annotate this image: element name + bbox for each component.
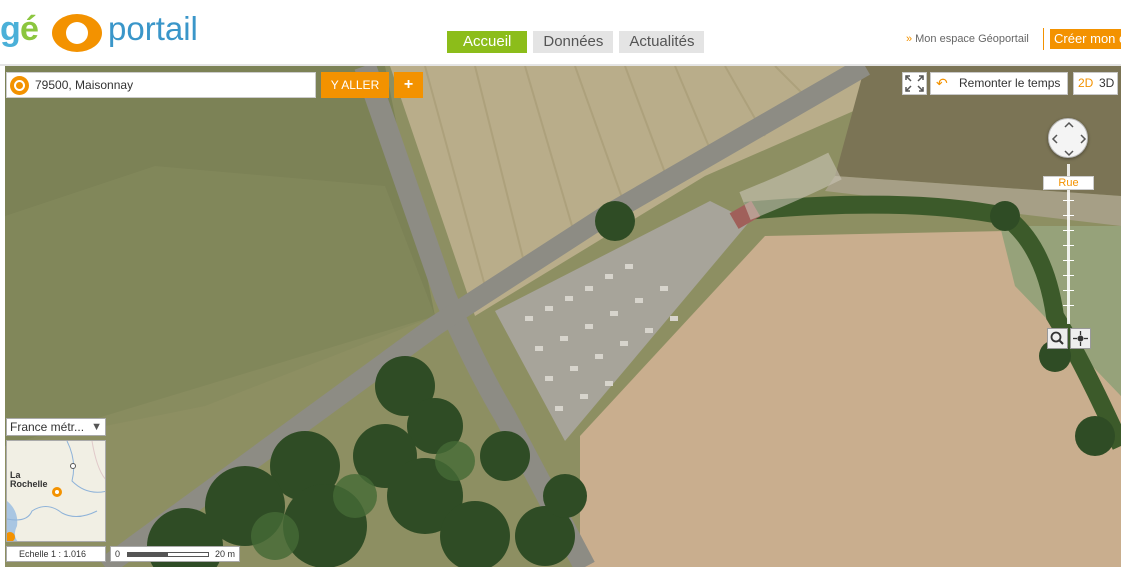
chevron-right-icon: »: [906, 33, 913, 45]
fullscreen-button[interactable]: [902, 72, 927, 95]
view-3d-button[interactable]: 3D: [1099, 73, 1114, 94]
overview-place-label: La Rochelle: [10, 470, 48, 489]
user-space-link[interactable]: » Mon espace Géoportail: [906, 33, 1029, 45]
tab-actualites[interactable]: Actualités: [619, 31, 705, 53]
view-mode-toggle: 2D 3D: [1073, 72, 1118, 95]
pan-arrows-icon: [1051, 121, 1087, 157]
zoom-tick: [1063, 305, 1074, 306]
logo-letter-g: g: [0, 10, 21, 48]
zoom-tick: [1063, 215, 1074, 216]
aerial-map[interactable]: [5, 66, 1121, 567]
aerial-imagery: [5, 66, 1121, 567]
time-travel-button[interactable]: ↶ Remonter le temps: [930, 72, 1068, 95]
zoom-tick: [1063, 230, 1074, 231]
pan-compass[interactable]: [1048, 118, 1088, 158]
logo-wordmark: portail: [108, 10, 198, 47]
logo-o-hole: [66, 22, 88, 44]
scale-ratio: Echelle 1 : 1.016: [6, 546, 106, 562]
zoom-tick: [1063, 245, 1074, 246]
zoom-tick: [1063, 275, 1074, 276]
geoportail-logo[interactable]: g é portail: [0, 2, 230, 54]
zoom-level-label[interactable]: Rue: [1043, 176, 1094, 190]
scale-bar: 0 20 m: [110, 546, 240, 562]
scale-bar-graphic: [127, 552, 209, 557]
search-bar: [6, 72, 316, 98]
zoom-tick: [1063, 200, 1074, 201]
zoom-tick: [1063, 290, 1074, 291]
zoom-tick: [1063, 260, 1074, 261]
user-space-label: Mon espace Géoportail: [915, 33, 1029, 45]
locate-icon[interactable]: [10, 76, 29, 95]
tab-accueil[interactable]: Accueil: [447, 31, 528, 53]
territory-select-value: France métr...: [10, 420, 85, 434]
fullscreen-icon: [905, 75, 924, 92]
logo-letter-e: é: [20, 10, 39, 48]
overview-map-graphic: [7, 441, 105, 541]
tab-donnees[interactable]: Données: [533, 31, 614, 53]
magnifier-icon: [1050, 331, 1064, 345]
scale-start-label: 0: [115, 549, 121, 559]
dropdown-arrow-icon: ▼: [91, 421, 102, 433]
header: g é portail Accueil Données Actualités »…: [0, 0, 1121, 66]
undo-arrow-icon: ↶: [936, 75, 948, 91]
scale-end-label: 20 m: [215, 549, 236, 559]
crosshair-icon: [1073, 331, 1088, 346]
search-input[interactable]: [35, 73, 313, 97]
header-divider: [1043, 28, 1044, 50]
main-nav: Accueil Données Actualités: [447, 31, 705, 53]
go-button[interactable]: Y ALLER: [321, 72, 389, 98]
more-options-button[interactable]: +: [394, 72, 423, 98]
overview-minimap[interactable]: La Rochelle: [6, 440, 106, 542]
zoom-search-button[interactable]: [1047, 328, 1068, 349]
center-map-button[interactable]: [1070, 328, 1091, 349]
view-2d-button[interactable]: 2D: [1078, 73, 1093, 94]
create-account-button[interactable]: Créer mon e: [1050, 29, 1121, 49]
time-travel-label: Remonter le temps: [959, 76, 1061, 90]
territory-select[interactable]: France métr... ▼: [6, 418, 106, 436]
